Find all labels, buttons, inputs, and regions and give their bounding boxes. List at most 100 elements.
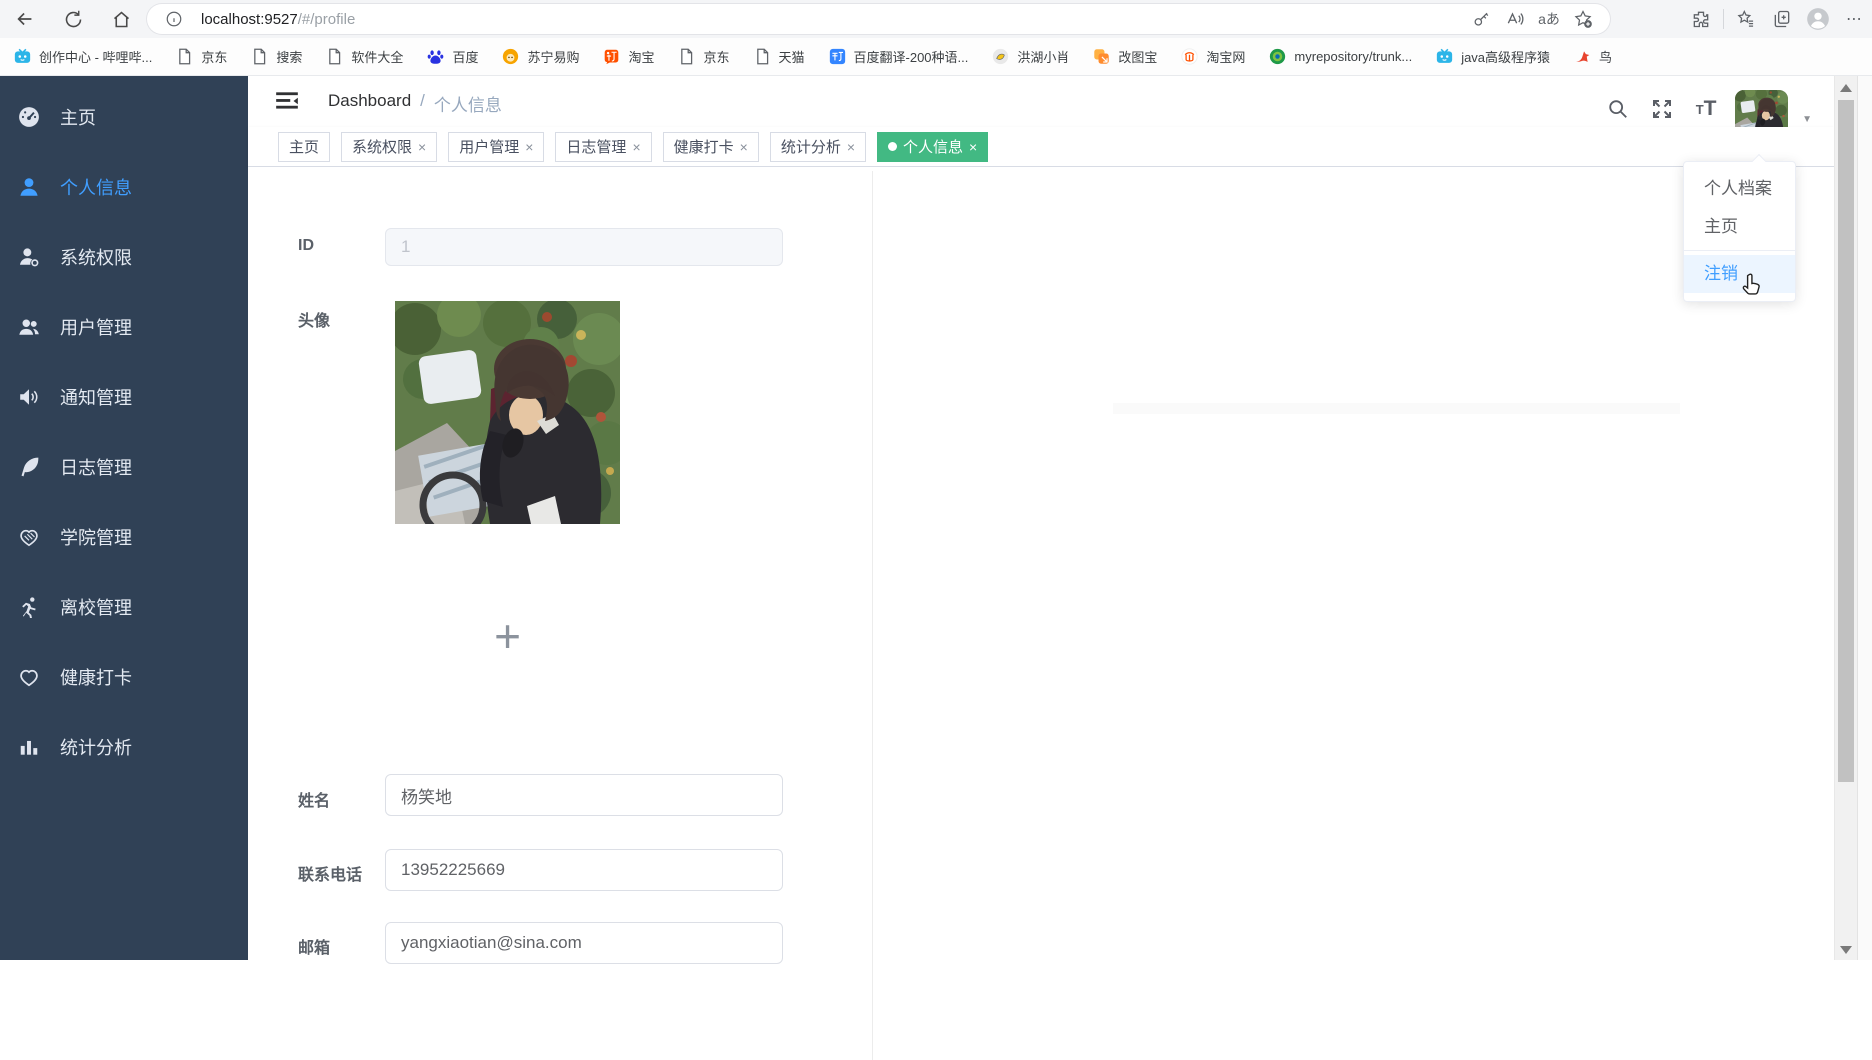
tag-users[interactable]: 用户管理 × xyxy=(448,131,545,162)
scroll-up-arrow-icon[interactable] xyxy=(1840,84,1852,92)
search-icon[interactable] xyxy=(1603,92,1633,126)
toolbar-divider xyxy=(1723,9,1724,29)
window-edge-strip xyxy=(1857,76,1872,960)
sidebar-item-leave[interactable]: 离校管理 xyxy=(0,572,248,642)
bookmark-item[interactable]: java高级程序猿 xyxy=(1436,47,1550,66)
taobao-icon xyxy=(605,49,619,65)
bookmark-item[interactable]: 淘宝 xyxy=(603,47,654,66)
speaker-icon xyxy=(20,389,38,405)
browser-toolbar-right: ⋯ xyxy=(1683,0,1872,38)
refresh-icon[interactable] xyxy=(56,4,90,34)
page-icon xyxy=(756,48,768,65)
more-menu-icon[interactable]: ⋯ xyxy=(1836,4,1872,34)
bookmarks-bar: 创作中心 - 哔哩哔... 京东 搜索 软件大全 百度 苏宁易购 淘宝 京东 天… xyxy=(0,38,1872,76)
sidebar-item-stats[interactable]: 统计分析 xyxy=(0,712,248,782)
close-icon[interactable]: × xyxy=(418,139,426,155)
sidebar-item-notifications[interactable]: 通知管理 xyxy=(0,362,248,432)
fullscreen-icon[interactable] xyxy=(1647,92,1677,126)
close-icon[interactable]: × xyxy=(969,139,977,155)
id-input[interactable] xyxy=(385,228,783,266)
url-text[interactable]: localhost:9527/#/profile xyxy=(201,11,1464,28)
scrollbar-thumb[interactable] xyxy=(1838,100,1854,782)
page-icon xyxy=(329,48,341,65)
users-icon xyxy=(19,319,39,335)
close-icon[interactable]: × xyxy=(525,139,533,155)
taobao-shop-icon xyxy=(1181,48,1198,65)
sidebar-item-college[interactable]: 学院管理 xyxy=(0,502,248,572)
bookmark-item[interactable]: 淘宝网 xyxy=(1181,47,1245,66)
close-icon[interactable]: × xyxy=(632,139,640,155)
back-icon[interactable] xyxy=(8,4,42,34)
runner-icon xyxy=(22,597,36,618)
tag-profile-active[interactable]: 个人信息 × xyxy=(877,131,989,162)
repo-icon xyxy=(1270,48,1286,65)
hamburger-icon[interactable] xyxy=(274,89,300,113)
password-key-icon[interactable] xyxy=(1464,6,1498,32)
scroll-down-arrow-icon[interactable] xyxy=(1840,946,1852,954)
site-info-icon[interactable] xyxy=(157,6,191,32)
bookmark-item[interactable]: 创作中心 - 哔哩哔... xyxy=(14,47,152,66)
permission-icon xyxy=(19,248,39,267)
bookmark-item[interactable]: 百度翻译-200种语... xyxy=(829,47,968,66)
field-label-name: 姓名 xyxy=(298,793,331,810)
page-scrollbar[interactable] xyxy=(1834,76,1857,960)
sidebar-item-users[interactable]: 用户管理 xyxy=(0,292,248,362)
close-icon[interactable]: × xyxy=(740,139,748,155)
tag-stats[interactable]: 统计分析 × xyxy=(769,131,867,162)
translate-icon xyxy=(829,48,845,65)
sidebar-item-health[interactable]: 健康打卡 xyxy=(0,642,248,712)
address-bar[interactable]: localhost:9527/#/profile aあ xyxy=(147,4,1610,34)
dropdown-item-profile[interactable]: 个人档案 xyxy=(1684,170,1795,208)
bookmark-item[interactable]: 京东 xyxy=(176,47,227,66)
close-icon[interactable]: × xyxy=(847,139,855,155)
breadcrumb: Dashboard / 个人信息 xyxy=(328,91,502,116)
chevron-down-icon[interactable]: ▼ xyxy=(1802,114,1812,125)
content-divider xyxy=(872,171,873,1060)
bookmark-item[interactable]: 改图宝 xyxy=(1093,47,1157,66)
breadcrumb-current: 个人信息 xyxy=(433,96,502,115)
read-aloud-icon[interactable] xyxy=(1498,6,1532,32)
phone-input[interactable] xyxy=(385,849,783,891)
extensions-icon[interactable] xyxy=(1683,4,1719,34)
bookmark-item[interactable]: 鸟 xyxy=(1574,47,1612,66)
font-size-icon[interactable]: TT xyxy=(1691,92,1721,126)
home-icon[interactable] xyxy=(104,4,138,34)
add-favorite-icon[interactable] xyxy=(1566,6,1600,32)
browser-profile-icon[interactable] xyxy=(1800,4,1836,34)
quill-icon xyxy=(21,457,39,477)
favorites-icon[interactable] xyxy=(1728,4,1764,34)
bookmark-item[interactable]: 搜索 xyxy=(251,47,302,66)
browser-toolbar: localhost:9527/#/profile aあ ⋯ xyxy=(0,0,1872,38)
name-input[interactable] xyxy=(385,774,783,816)
bilibili-icon xyxy=(14,48,31,63)
dropdown-item-home[interactable]: 主页 xyxy=(1684,208,1795,246)
tag-home[interactable]: 主页 xyxy=(278,131,331,162)
profile-form: ID 头像 + 姓名 联系电话 邮箱 xyxy=(248,167,1834,1060)
upload-plus-button[interactable]: + xyxy=(395,601,620,671)
gaitubao-icon xyxy=(1094,49,1110,64)
bookmark-item[interactable]: myrepository/trunk... xyxy=(1269,48,1412,65)
translate-page-icon[interactable]: aあ xyxy=(1532,6,1566,32)
bookmark-item[interactable]: 天猫 xyxy=(754,47,805,66)
profile-photo xyxy=(395,301,620,524)
bookmark-item[interactable]: 洪湖小肖 xyxy=(992,47,1069,66)
sidebar-item-permissions[interactable]: 系统权限 xyxy=(0,222,248,292)
tag-permissions[interactable]: 系统权限 × xyxy=(341,131,438,162)
tag-health[interactable]: 健康打卡 × xyxy=(662,131,759,162)
field-label-phone: 联系电话 xyxy=(298,867,363,884)
sidebar-item-logs[interactable]: 日志管理 xyxy=(0,432,248,502)
tag-logs[interactable]: 日志管理 × xyxy=(555,131,652,162)
college-icon xyxy=(20,529,38,547)
sidebar-item-home[interactable]: 主页 xyxy=(0,82,248,152)
bookmark-item[interactable]: 软件大全 xyxy=(326,47,403,66)
email-input[interactable] xyxy=(385,922,783,964)
bookmark-item[interactable]: 苏宁易购 xyxy=(502,47,579,66)
page-icon xyxy=(179,48,191,65)
collections-icon[interactable] xyxy=(1764,4,1800,34)
sidebar-item-profile[interactable]: 个人信息 xyxy=(0,152,248,222)
placeholder-bar xyxy=(1113,403,1680,414)
bookmark-item[interactable]: 百度 xyxy=(427,47,478,66)
breadcrumb-root[interactable]: Dashboard xyxy=(328,91,411,116)
bilibili-icon xyxy=(1437,48,1453,63)
bookmark-item[interactable]: 京东 xyxy=(678,47,730,66)
